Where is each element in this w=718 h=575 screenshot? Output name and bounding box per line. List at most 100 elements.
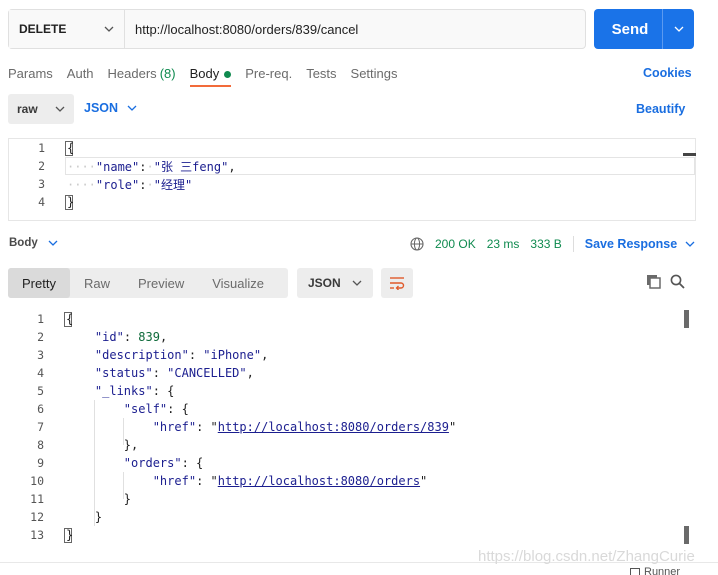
search-icon[interactable] xyxy=(670,274,685,292)
json-value: "经理" xyxy=(153,177,193,192)
send-label: Send xyxy=(611,20,649,38)
tab-auth[interactable]: Auth xyxy=(67,63,94,87)
indent-dots: ···· xyxy=(67,177,96,192)
line-number: 8 xyxy=(37,438,44,452)
request-body-editor[interactable]: 1 { 2 ····"name":·"张 三feng", 3 ····"role… xyxy=(8,138,696,221)
code-line: 6 "self": { xyxy=(8,400,668,418)
line-number: 2 xyxy=(37,330,44,344)
chevron-down-icon xyxy=(685,241,695,247)
code-text: "href": "http://localhost:8080/orders" xyxy=(152,474,428,488)
code-text: "self": { xyxy=(123,402,189,416)
code-text: "_links": { xyxy=(94,384,175,398)
beautify-button[interactable]: Beautify xyxy=(636,102,685,116)
code-text: }, xyxy=(66,438,139,452)
code-line: 9 "orders": { xyxy=(8,454,668,472)
body-type-select[interactable]: raw xyxy=(8,94,74,124)
tab-tests[interactable]: Tests xyxy=(306,63,336,87)
response-body-viewer[interactable]: 1 { 2 "id": 839, 3 "description": "iPhon… xyxy=(8,310,696,548)
response-time[interactable]: 23 ms xyxy=(487,237,520,251)
json-value: "iPhone" xyxy=(203,348,262,362)
chevron-down-icon xyxy=(104,26,114,32)
scrollbar-marker[interactable] xyxy=(684,526,689,544)
code-line: 3 ····"role":·"经理" xyxy=(9,175,695,193)
code-line: 7 "href": "http://localhost:8080/orders/… xyxy=(8,418,668,436)
json-key: "description" xyxy=(94,348,189,362)
brace: { xyxy=(67,141,75,155)
orders-href-link[interactable]: http://localhost:8080/orders xyxy=(218,474,420,488)
body-format-select[interactable]: JSON xyxy=(84,101,137,115)
globe-icon[interactable] xyxy=(410,237,424,251)
url-input[interactable]: http://localhost:8080/orders/839/cancel xyxy=(125,10,585,48)
tab-settings[interactable]: Settings xyxy=(351,63,398,87)
tab-params-label: Params xyxy=(8,66,53,81)
json-key: "id" xyxy=(94,330,124,344)
chevron-down-icon xyxy=(127,105,137,111)
chevron-down-icon xyxy=(55,106,65,112)
tab-pre-request[interactable]: Pre-req. xyxy=(245,63,292,87)
self-href-link[interactable]: http://localhost:8080/orders/839 xyxy=(218,420,449,434)
code-line: 10 "href": "http://localhost:8080/orders… xyxy=(8,472,668,490)
json-key: "name" xyxy=(95,159,140,174)
body-indicator-dot xyxy=(224,71,232,78)
code-text: ····"role":·"经理" xyxy=(67,177,193,192)
wrap-lines-icon xyxy=(390,277,405,290)
send-button[interactable]: Send xyxy=(594,9,694,49)
chevron-down-icon xyxy=(48,240,58,246)
response-section-select[interactable]: Body xyxy=(9,237,58,249)
copy-icon[interactable] xyxy=(646,274,661,292)
code-line: 5 "_links": { xyxy=(8,382,668,400)
line-number: 10 xyxy=(30,474,44,488)
line-number: 12 xyxy=(30,510,44,524)
indent-dots: ···· xyxy=(67,159,96,174)
line-number: 4 xyxy=(38,195,45,209)
tab-visualize[interactable]: Visualize xyxy=(198,268,278,298)
save-response-button[interactable]: Save Response xyxy=(585,237,695,251)
wrap-lines-button[interactable] xyxy=(381,268,413,298)
code-text: } xyxy=(66,528,74,542)
tab-raw[interactable]: Raw xyxy=(70,268,124,298)
tab-body[interactable]: Body xyxy=(189,63,232,87)
tab-settings-label: Settings xyxy=(350,66,398,81)
tab-headers[interactable]: Headers (8) xyxy=(108,63,176,87)
runner-button[interactable]: Runner xyxy=(630,566,680,575)
request-bar: DELETE http://localhost:8080/orders/839/… xyxy=(8,9,586,49)
tab-body-label: Body xyxy=(189,66,220,81)
status-code[interactable]: 200 OK xyxy=(435,237,476,251)
code-line: 1 { xyxy=(8,310,668,328)
chevron-down-icon xyxy=(674,26,683,32)
code-text: } xyxy=(66,492,132,506)
tab-auth-label: Auth xyxy=(66,66,94,81)
line-number: 1 xyxy=(38,141,45,155)
watermark: https://blog.csdn.net/ZhangCurie xyxy=(478,548,695,565)
code-text: "href": "http://localhost:8080/orders/83… xyxy=(152,420,457,434)
code-line: 2 ····"name":·"张 三feng", xyxy=(9,157,695,175)
code-text: "id": 839, xyxy=(94,330,168,344)
code-text: "status": "CANCELLED", xyxy=(94,366,254,380)
tab-pretty[interactable]: Pretty xyxy=(8,268,70,298)
scrollbar-marker[interactable] xyxy=(684,310,689,328)
code-text: } xyxy=(67,195,74,209)
tab-preview[interactable]: Preview xyxy=(124,268,198,298)
code-line: 11 } xyxy=(8,490,668,508)
code-text: { xyxy=(66,312,74,326)
response-size[interactable]: 333 B xyxy=(530,237,561,251)
cookies-link[interactable]: Cookies xyxy=(643,66,692,80)
line-number: 3 xyxy=(37,348,44,362)
code-line: 12 } xyxy=(8,508,668,526)
code-line: 2 "id": 839, xyxy=(8,328,668,346)
code-text: } xyxy=(66,510,103,524)
tab-params[interactable]: Params xyxy=(8,63,53,87)
line-number: 13 xyxy=(30,528,44,542)
line-number: 6 xyxy=(37,402,44,416)
method-select[interactable]: DELETE xyxy=(9,10,125,48)
chevron-down-icon xyxy=(352,280,362,286)
send-dropdown-button[interactable] xyxy=(662,9,694,49)
line-number: 4 xyxy=(37,366,44,380)
code-line: 8 }, xyxy=(8,436,668,454)
line-number: 5 xyxy=(37,384,44,398)
tab-headers-label: Headers xyxy=(107,66,157,81)
line-number: 7 xyxy=(37,420,44,434)
json-key: "orders" xyxy=(123,456,182,470)
response-format-select[interactable]: JSON xyxy=(297,268,373,298)
tab-tests-label: Tests xyxy=(306,66,337,81)
